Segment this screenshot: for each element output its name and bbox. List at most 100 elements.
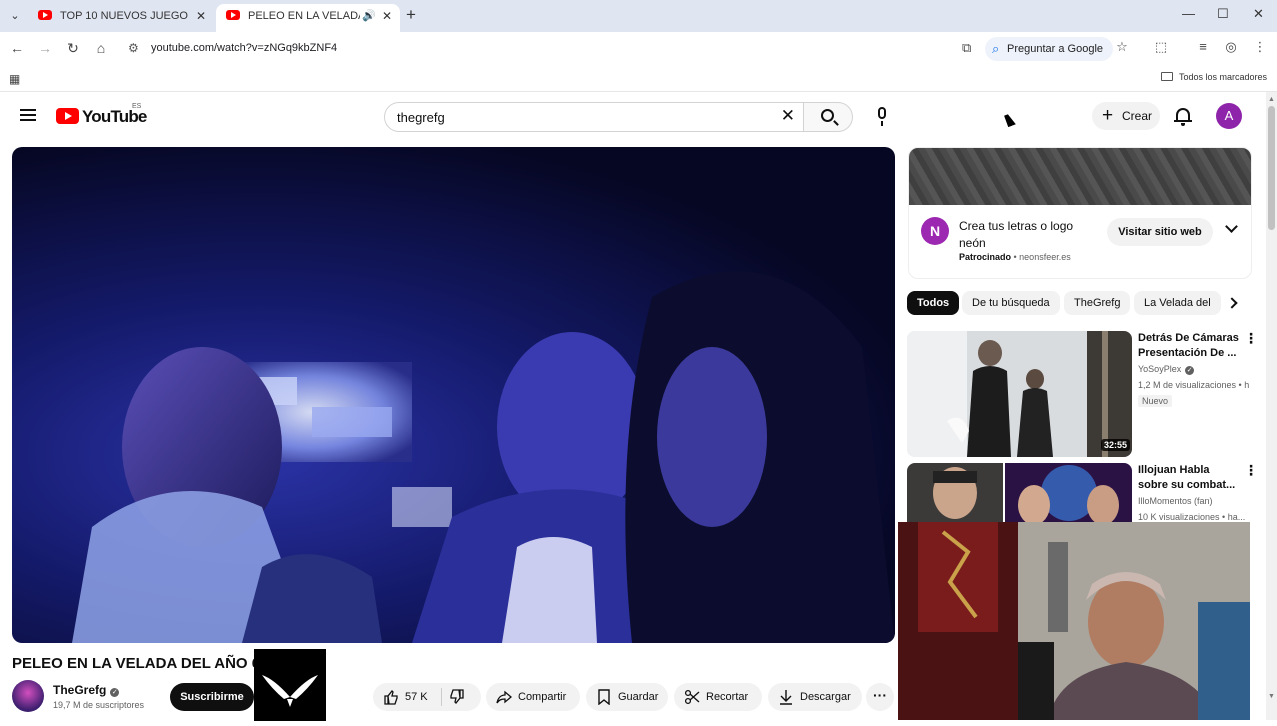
plus-icon: + (1102, 105, 1114, 126)
close-window-icon[interactable]: ✕ (1253, 6, 1264, 22)
video-options-icon[interactable]: ⋮ (1244, 331, 1258, 345)
chevron-down-icon[interactable] (1225, 220, 1238, 233)
download-button[interactable]: Descargar (768, 683, 862, 711)
youtube-page: YouTube ES thegrefg ✕ + Crear A PELEO EN… (0, 92, 1277, 721)
minimize-icon[interactable]: — (1182, 6, 1195, 21)
tab-search-chevron-icon[interactable]: ⌄ (6, 7, 24, 25)
browser-tab-peleo[interactable]: PELEO EN LA VELADA DEL A 🔊 ✕ (216, 4, 400, 32)
account-avatar[interactable]: A (1216, 103, 1242, 129)
create-label: Crear (1122, 109, 1153, 123)
menu-icon[interactable] (20, 109, 36, 121)
recommended-views: 1,2 M de visualizaciones • h (1138, 380, 1250, 390)
subscriber-count: 19,7 M de suscriptores (53, 700, 145, 710)
wings-logo-overlay (254, 649, 326, 721)
clip-button[interactable]: Recortar (674, 683, 762, 711)
notifications-bell-icon[interactable] (1174, 106, 1192, 126)
all-bookmarks-button[interactable]: Todos los marcadores (1160, 72, 1267, 82)
scissors-icon (684, 689, 700, 705)
scroll-up-icon[interactable]: ▲ (1268, 96, 1275, 103)
verified-icon: ✓ (110, 688, 120, 697)
like-count[interactable]: 57 K (405, 683, 428, 711)
recommended-channel-name: YoSoyPlex (1138, 364, 1182, 374)
search-button[interactable] (803, 102, 853, 132)
thumbs-down-icon[interactable] (449, 689, 465, 705)
scroll-down-icon[interactable]: ▼ (1268, 693, 1277, 700)
video-player[interactable] (12, 147, 895, 643)
recommended-video-title[interactable]: Illojuan Habla sobre su combat... (1138, 463, 1242, 493)
scrollbar-thumb[interactable] (1268, 106, 1275, 230)
new-tab-button[interactable]: + (406, 5, 416, 25)
search-icon (821, 109, 834, 122)
media-control-icon[interactable]: ≡ (1194, 39, 1212, 54)
bell-clapper (1181, 123, 1185, 126)
video-thumbnail[interactable]: 32:55 (907, 331, 1132, 457)
forward-icon[interactable]: → (36, 40, 54, 56)
ad-card[interactable]: N Crea tus letras o logo neón Patrocinad… (908, 147, 1252, 279)
webcam-image (898, 522, 1250, 720)
browser-tab-strip: ⌄ TOP 10 NUEVOS JUEGOS de M ✕ PELEO EN L… (0, 0, 1277, 32)
filter-chips: Todos De tu búsqueda TheGrefg La Velada … (907, 291, 1247, 315)
site-info-icon[interactable]: ⚙ (128, 41, 139, 55)
home-icon[interactable]: ⌂ (92, 40, 110, 56)
share-icon (496, 690, 512, 704)
create-button[interactable]: + Crear (1092, 102, 1160, 130)
tab-title: TOP 10 NUEVOS JUEGOS de M (60, 10, 188, 22)
country-code: ES (132, 103, 142, 110)
profile-icon[interactable]: ◎ (1222, 39, 1240, 55)
recommended-views: 10 K visualizaciones • ha... (1138, 512, 1246, 522)
webcam-overlay (898, 522, 1250, 720)
youtube-favicon-icon (226, 10, 240, 20)
video-options-icon[interactable]: ⋮ (1244, 463, 1258, 477)
ask-google-button[interactable]: Preguntar a Google (985, 37, 1114, 61)
chip-thegrefg[interactable]: TheGrefg (1064, 291, 1131, 315)
ad-banner-image[interactable] (909, 148, 1251, 205)
youtube-favicon-icon (38, 10, 52, 20)
video-title: PELEO EN LA VELADA DEL AÑO 6 (12, 655, 261, 672)
video-duration: 32:55 (1101, 439, 1131, 451)
chip-la-velada[interactable]: La Velada del (1134, 291, 1221, 315)
maximize-icon[interactable]: ☐ (1217, 6, 1229, 22)
ad-sponsored-line: Patrocinado • neonsfeer.es (959, 252, 1071, 262)
bookmark-star-icon[interactable]: ☆ (1113, 39, 1131, 55)
save-button[interactable]: Guardar (586, 683, 668, 711)
channel-name[interactable]: TheGrefg ✓ (53, 683, 120, 697)
close-tab-icon[interactable]: ✕ (196, 4, 206, 28)
ad-domain: neonsfeer.es (1019, 252, 1071, 262)
page-scrollbar[interactable]: ▲ ▼ (1266, 92, 1277, 720)
search-input[interactable]: thegrefg ✕ (384, 102, 804, 132)
visit-site-button[interactable]: Visitar sitio web (1107, 218, 1213, 246)
audio-playing-icon[interactable]: 🔊 (362, 4, 376, 28)
more-actions-icon[interactable]: ··· (866, 683, 894, 711)
ad-headline[interactable]: Crea tus letras o logo neón (959, 218, 1099, 252)
browser-menu-icon[interactable]: ⋮ (1251, 39, 1269, 55)
clear-search-icon[interactable]: ✕ (781, 106, 795, 126)
recommended-channel[interactable]: YoSoyPlex ✓ (1138, 364, 1195, 375)
back-icon[interactable]: ← (8, 40, 26, 56)
apps-grid-icon[interactable]: ▦ (9, 72, 20, 86)
subscribe-button[interactable]: Suscribirme (170, 683, 254, 711)
bell-base (1174, 120, 1192, 122)
all-bookmarks-label: Todos los marcadores (1178, 72, 1267, 82)
chip-de-tu-busqueda[interactable]: De tu búsqueda (962, 291, 1060, 315)
ad-logo[interactable]: N (921, 217, 949, 245)
microphone-icon (878, 107, 886, 119)
chip-todos[interactable]: Todos (907, 291, 960, 315)
close-tab-icon[interactable]: ✕ (382, 4, 392, 28)
mouse-cursor (1004, 112, 1016, 128)
share-button[interactable]: Compartir (486, 683, 580, 711)
reload-icon[interactable]: ↻ (64, 40, 82, 57)
video-frame (72, 271, 895, 643)
recommended-video-title[interactable]: Detrás De Cámaras Presentación De ... (1138, 331, 1242, 361)
like-divider (441, 688, 442, 706)
browser-tab-top10[interactable]: TOP 10 NUEVOS JUEGOS de M ✕ (28, 4, 214, 32)
like-dislike-group: 57 K (373, 683, 481, 711)
extensions-icon[interactable]: ⬚ (1152, 39, 1170, 55)
microphone-stand (881, 121, 883, 126)
wings-icon (262, 675, 318, 707)
new-badge: Nuevo (1138, 395, 1173, 407)
install-app-icon[interactable]: ⧉ (962, 40, 971, 56)
channel-avatar[interactable] (12, 680, 44, 712)
recommended-channel[interactable]: IlloMomentos (fan) (1138, 496, 1213, 506)
thumbs-up-icon[interactable] (383, 689, 399, 705)
voice-search-button[interactable] (866, 101, 898, 133)
